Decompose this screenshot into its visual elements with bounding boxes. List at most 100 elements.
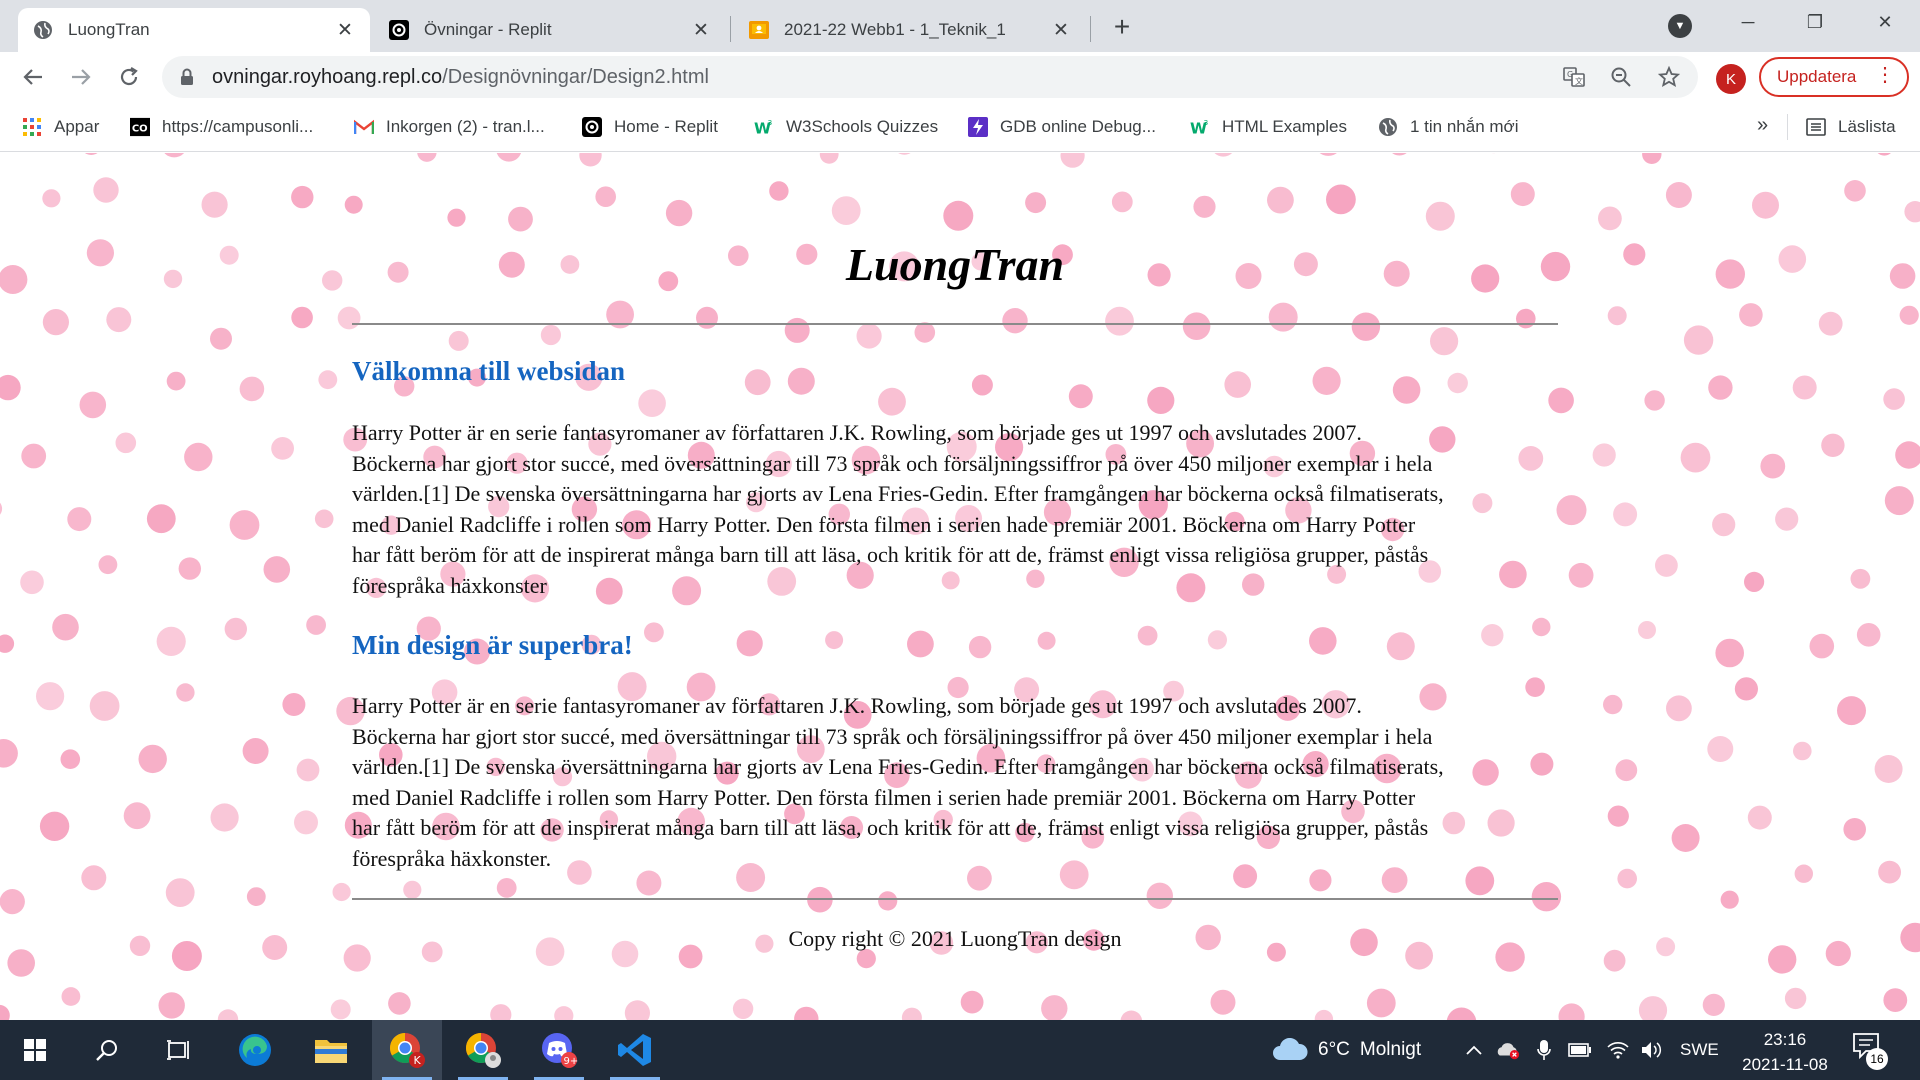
battery-icon[interactable] bbox=[1568, 1038, 1592, 1062]
tab-search-icon[interactable]: ▼ bbox=[1668, 14, 1692, 38]
tab-ovningar-replit[interactable]: Övningar - Replit ✕ bbox=[374, 8, 726, 52]
polka-dot bbox=[636, 870, 662, 896]
chevron-up-icon[interactable] bbox=[1462, 1038, 1486, 1062]
polka-dot bbox=[1425, 201, 1455, 231]
polka-dot bbox=[1060, 153, 1085, 168]
polka-dot bbox=[1683, 325, 1714, 355]
tab-luongtran[interactable]: LuongTran ✕ bbox=[18, 8, 370, 52]
polka-dot bbox=[1386, 632, 1415, 661]
search-button[interactable] bbox=[72, 1020, 142, 1080]
polka-dot bbox=[1708, 375, 1733, 400]
tab-webb1-teknik[interactable]: 2021-22 Webb1 - 1_Teknik_1 ✕ bbox=[734, 8, 1086, 52]
start-button[interactable] bbox=[0, 1020, 70, 1080]
polka-dot bbox=[787, 367, 815, 395]
polka-dot bbox=[81, 865, 107, 891]
polka-dot bbox=[907, 630, 934, 658]
back-button[interactable] bbox=[16, 60, 50, 94]
more-bookmarks-button[interactable]: » bbox=[1757, 114, 1768, 137]
polka-dot bbox=[508, 206, 533, 232]
polka-dot bbox=[1623, 243, 1646, 266]
bookmark-appar[interactable]: Appar bbox=[22, 114, 99, 140]
section-paragraph: Harry Potter är en serie fantasyromaner … bbox=[352, 691, 1558, 874]
volume-icon[interactable] bbox=[1640, 1038, 1664, 1062]
polka-dot bbox=[291, 185, 314, 209]
polka-dot bbox=[540, 324, 562, 346]
vscode-taskbar-button[interactable] bbox=[600, 1020, 670, 1080]
bottom-divider bbox=[352, 898, 1558, 900]
text-line: med Daniel Radcliffe i rollen som Harry … bbox=[352, 511, 1416, 537]
polka-dot bbox=[1707, 736, 1734, 762]
polka-dot bbox=[1041, 995, 1068, 1020]
polka-dot bbox=[306, 615, 326, 635]
polka-dot bbox=[1656, 937, 1676, 957]
weather-widget[interactable]: 6°C Molnigt bbox=[1272, 1020, 1421, 1080]
microphone-icon[interactable] bbox=[1532, 1038, 1556, 1062]
chrome-profile-taskbar-button[interactable] bbox=[448, 1020, 518, 1080]
bookmark-campusonline[interactable]: CO https://campusonli... bbox=[130, 114, 313, 140]
polka-dot bbox=[1137, 625, 1158, 646]
close-tab-icon[interactable]: ✕ bbox=[690, 19, 712, 41]
reload-button[interactable] bbox=[112, 60, 146, 94]
footer-copyright: Copy right © 2021 LuongTran design bbox=[788, 926, 1122, 951]
task-view-button[interactable] bbox=[144, 1020, 214, 1080]
forward-button[interactable] bbox=[64, 60, 98, 94]
bookmark-label: GDB online Debug... bbox=[1000, 117, 1156, 136]
search-icon bbox=[96, 1040, 117, 1061]
notification-center-button[interactable]: 16 bbox=[1852, 1032, 1888, 1070]
reading-list-button[interactable]: Läslista bbox=[1806, 114, 1896, 140]
polka-dot bbox=[165, 878, 195, 907]
bookmark-label: Home - Replit bbox=[614, 117, 718, 136]
polka-dot bbox=[403, 880, 422, 899]
address-bar[interactable]: ovningar.royhoang.repl.co/Designövningar… bbox=[162, 56, 1698, 98]
bookmark-w3schools-quizzes[interactable]: W3 W3Schools Quizzes bbox=[754, 114, 938, 140]
polka-dot bbox=[388, 992, 411, 1015]
polka-dot bbox=[106, 307, 132, 333]
profile-avatar[interactable]: K bbox=[1716, 64, 1746, 94]
text-line: Böckerna har gjort stor succé, med övers… bbox=[352, 723, 1433, 749]
file-explorer-taskbar-button[interactable] bbox=[296, 1020, 366, 1080]
new-tab-button[interactable]: + bbox=[1107, 11, 1137, 42]
polka-dot bbox=[1111, 191, 1133, 213]
discord-taskbar-button[interactable]: 9+ bbox=[524, 1020, 594, 1080]
zoom-icon[interactable] bbox=[1609, 65, 1633, 89]
bookmark-tin-nhan[interactable]: 1 tin nhắn mới bbox=[1378, 114, 1518, 140]
polka-dot bbox=[1856, 623, 1881, 647]
polka-dot bbox=[246, 887, 266, 906]
svg-text:CO: CO bbox=[132, 124, 148, 135]
clock[interactable]: 23:16 2021-11-08 bbox=[1730, 1027, 1840, 1077]
onedrive-icon[interactable] bbox=[1496, 1038, 1520, 1062]
polka-dot bbox=[490, 1004, 512, 1020]
polka-dot bbox=[1147, 386, 1175, 414]
polka-dot bbox=[1821, 433, 1845, 457]
site-title: LuongTran bbox=[845, 239, 1065, 290]
translate-icon[interactable]: G文 bbox=[1562, 65, 1586, 89]
chrome-taskbar-button[interactable]: K bbox=[372, 1020, 442, 1080]
bookmark-inkorgen[interactable]: Inkorgen (2) - tran.l... bbox=[354, 114, 545, 140]
bookmark-label: https://campusonli... bbox=[162, 117, 314, 136]
svg-text:文: 文 bbox=[1575, 76, 1583, 86]
bookmark-html-examples[interactable]: W3 HTML Examples bbox=[1190, 114, 1347, 140]
restore-button[interactable]: ❐ bbox=[1792, 6, 1838, 38]
wifi-icon[interactable] bbox=[1606, 1038, 1630, 1062]
polka-dot bbox=[1516, 308, 1536, 329]
polka-dot bbox=[271, 437, 294, 460]
polka-dot bbox=[1603, 949, 1626, 972]
polka-dot bbox=[164, 153, 184, 158]
polka-dot bbox=[0, 634, 15, 653]
bookmark-star-icon[interactable] bbox=[1657, 65, 1681, 89]
edge-taskbar-button[interactable] bbox=[220, 1020, 290, 1080]
polka-dot bbox=[330, 999, 351, 1020]
polka-dot bbox=[210, 327, 232, 350]
language-indicator[interactable]: SWE bbox=[1680, 1020, 1719, 1080]
tab-title: Övningar - Replit bbox=[424, 20, 552, 39]
update-button[interactable]: Uppdatera ⋮ bbox=[1759, 57, 1909, 97]
close-tab-icon[interactable]: ✕ bbox=[334, 19, 356, 41]
minimize-button[interactable]: ─ bbox=[1725, 6, 1771, 38]
bookmark-home-replit[interactable]: Home - Replit bbox=[582, 114, 718, 140]
close-window-button[interactable]: ✕ bbox=[1862, 6, 1908, 38]
bookmark-gdb-online[interactable]: GDB online Debug... bbox=[968, 114, 1156, 140]
close-tab-icon[interactable]: ✕ bbox=[1050, 19, 1072, 41]
lock-icon[interactable] bbox=[180, 68, 194, 91]
polka-dot bbox=[20, 570, 44, 595]
polka-dot bbox=[1884, 486, 1914, 516]
